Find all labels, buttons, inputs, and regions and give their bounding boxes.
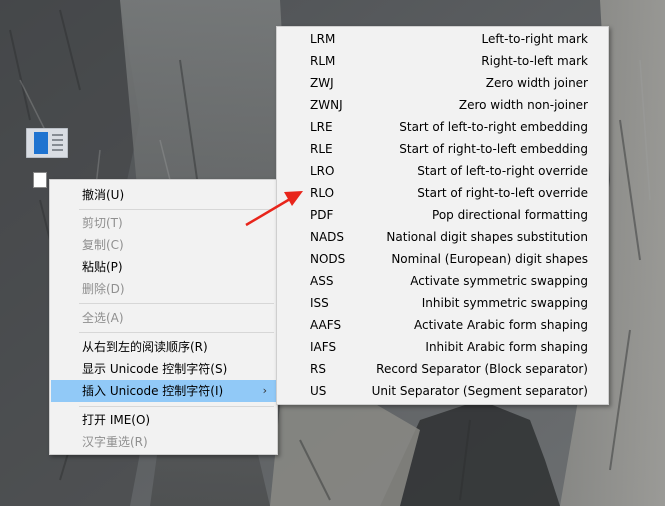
menu-item-delete[interactable]: 删除(D)	[51, 278, 276, 300]
menu-item-paste[interactable]: 粘贴(P)	[51, 256, 276, 278]
control-description: Start of left-to-right embedding	[399, 120, 588, 134]
rename-textbox[interactable]	[33, 172, 47, 188]
control-code: LRM	[310, 32, 336, 46]
menu-separator	[79, 303, 274, 304]
context-menu: 撤消(U) 剪切(T) 复制(C) 粘贴(P) 删除(D) 全选(A) 从右到左…	[49, 179, 278, 455]
menu-item-insert-unicode-control[interactable]: 插入 Unicode 控制字符(I) ›	[51, 380, 276, 402]
submenu-item-nods[interactable]: NODS Nominal (European) digit shapes	[278, 248, 607, 270]
control-description: Record Separator (Block separator)	[376, 362, 588, 376]
menu-item-label: 从右到左的阅读顺序(R)	[82, 340, 208, 354]
control-description: National digit shapes substitution	[386, 230, 588, 244]
control-description: Zero width non-joiner	[458, 98, 588, 112]
menu-separator	[79, 209, 274, 210]
menu-item-label: 删除(D)	[82, 282, 125, 296]
control-description: Unit Separator (Segment separator)	[371, 384, 588, 398]
menu-item-label: 插入 Unicode 控制字符(I)	[82, 384, 224, 398]
menu-separator	[79, 332, 274, 333]
control-description: Inhibit symmetric swapping	[421, 296, 588, 310]
control-description: Left-to-right mark	[481, 32, 588, 46]
menu-item-undo[interactable]: 撤消(U)	[51, 184, 276, 206]
menu-item-label: 显示 Unicode 控制字符(S)	[82, 362, 228, 376]
control-code: RLE	[310, 142, 333, 156]
menu-item-label: 粘贴(P)	[82, 260, 123, 274]
submenu-item-aafs[interactable]: AAFS Activate Arabic form shaping	[278, 314, 607, 336]
submenu-item-rlm[interactable]: RLM Right-to-left mark	[278, 50, 607, 72]
menu-separator	[79, 406, 274, 407]
control-code: US	[310, 384, 327, 398]
control-code: AAFS	[310, 318, 342, 332]
menu-item-show-unicode-control[interactable]: 显示 Unicode 控制字符(S)	[51, 358, 276, 380]
menu-item-select-all[interactable]: 全选(A)	[51, 307, 276, 329]
submenu-item-rle[interactable]: RLE Start of right-to-left embedding	[278, 138, 607, 160]
control-code: ZWJ	[310, 76, 334, 90]
control-description: Inhibit Arabic form shaping	[425, 340, 588, 354]
control-code: ZWNJ	[310, 98, 343, 112]
submenu-item-nads[interactable]: NADS National digit shapes substitution	[278, 226, 607, 248]
control-code: RLO	[310, 186, 335, 200]
submenu-item-pdf[interactable]: PDF Pop directional formatting	[278, 204, 607, 226]
control-code: NODS	[310, 252, 346, 266]
control-code: NADS	[310, 230, 345, 244]
control-code: RS	[310, 362, 326, 376]
menu-item-copy[interactable]: 复制(C)	[51, 234, 276, 256]
menu-item-reconversion[interactable]: 汉字重选(R)	[51, 431, 276, 453]
unicode-control-submenu: LRM Left-to-right mark RLM Right-to-left m…	[276, 26, 609, 405]
submenu-item-us[interactable]: US Unit Separator (Segment separator)	[278, 380, 607, 402]
menu-item-label: 打开 IME(O)	[82, 413, 151, 427]
control-description: Nominal (European) digit shapes	[391, 252, 588, 266]
submenu-item-zwnj[interactable]: ZWNJ Zero width non-joiner	[278, 94, 607, 116]
control-description: Start of right-to-left override	[417, 186, 588, 200]
control-description: Pop directional formatting	[432, 208, 588, 222]
document-icon[interactable]	[26, 128, 68, 158]
submenu-item-iafs[interactable]: IAFS Inhibit Arabic form shaping	[278, 336, 607, 358]
submenu-item-rlo[interactable]: RLO Start of right-to-left override	[278, 182, 607, 204]
control-description: Activate symmetric swapping	[410, 274, 588, 288]
menu-item-label: 汉字重选(R)	[82, 435, 148, 449]
chevron-right-icon: ›	[262, 384, 267, 397]
menu-item-label: 复制(C)	[82, 238, 124, 252]
control-code: RLM	[310, 54, 336, 68]
control-code: PDF	[310, 208, 334, 222]
control-code: LRE	[310, 120, 333, 134]
control-code: IAFS	[310, 340, 337, 354]
control-description: Start of left-to-right override	[417, 164, 588, 178]
submenu-item-ass[interactable]: ASS Activate symmetric swapping	[278, 270, 607, 292]
submenu-item-iss[interactable]: ISS Inhibit symmetric swapping	[278, 292, 607, 314]
control-description: Start of right-to-left embedding	[399, 142, 588, 156]
control-description: Activate Arabic form shaping	[413, 318, 588, 332]
menu-item-open-ime[interactable]: 打开 IME(O)	[51, 409, 276, 431]
menu-item-label: 全选(A)	[82, 311, 124, 325]
control-description: Zero width joiner	[485, 76, 588, 90]
control-code: ISS	[310, 296, 329, 310]
control-description: Right-to-left mark	[481, 54, 588, 68]
submenu-item-zwj[interactable]: ZWJ Zero width joiner	[278, 72, 607, 94]
menu-item-cut[interactable]: 剪切(T)	[51, 212, 276, 234]
menu-item-rtl-reading-order[interactable]: 从右到左的阅读顺序(R)	[51, 336, 276, 358]
submenu-item-lre[interactable]: LRE Start of left-to-right embedding	[278, 116, 607, 138]
submenu-item-lrm[interactable]: LRM Left-to-right mark	[278, 28, 607, 50]
submenu-item-rs[interactable]: RS Record Separator (Block separator)	[278, 358, 607, 380]
submenu-item-lro[interactable]: LRO Start of left-to-right override	[278, 160, 607, 182]
control-code: ASS	[310, 274, 334, 288]
menu-item-label: 剪切(T)	[82, 216, 123, 230]
menu-item-label: 撤消(U)	[82, 188, 125, 202]
control-code: LRO	[310, 164, 335, 178]
